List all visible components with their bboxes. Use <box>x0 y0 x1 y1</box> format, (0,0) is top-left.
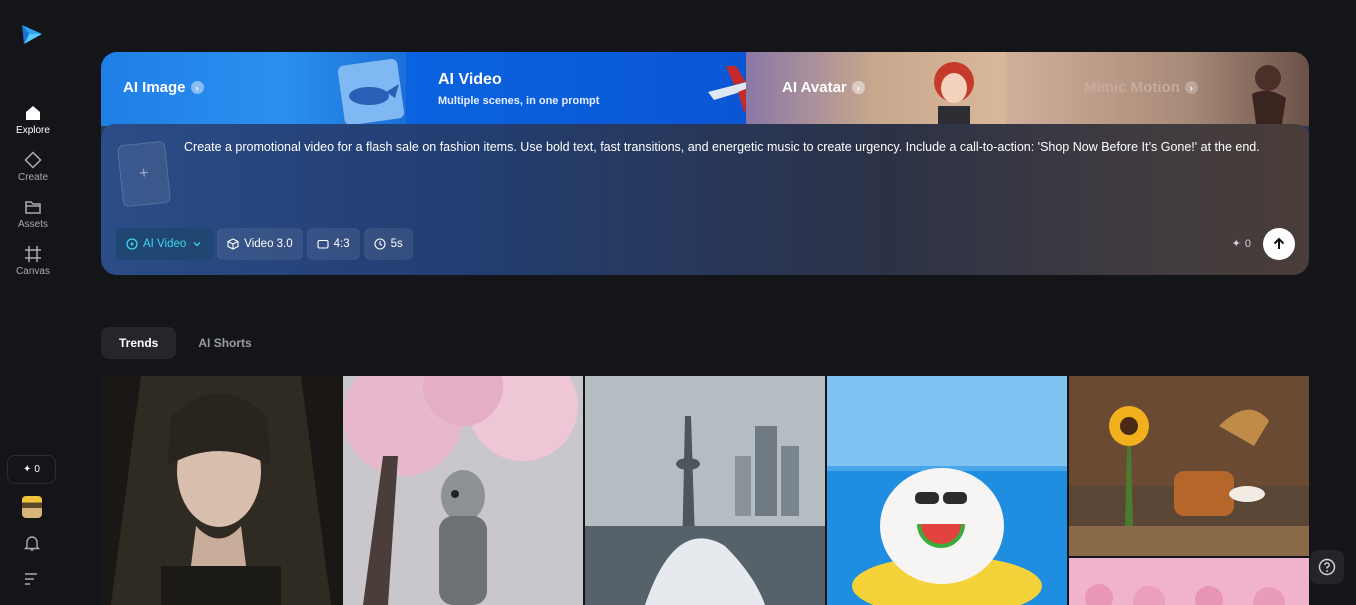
mode-select[interactable]: AI Video <box>116 228 214 260</box>
whale-card-illustration <box>337 58 405 126</box>
feed-tabs: Trends AI Shorts <box>101 327 270 359</box>
sidebar-item-explore[interactable]: Explore <box>0 104 66 136</box>
mode-tabs: AI Image › AI Video Multiple scenes, in … <box>101 52 1309 126</box>
gallery-item[interactable] <box>585 376 825 605</box>
dancer-illustration <box>1252 65 1286 124</box>
diamond-icon <box>24 151 42 169</box>
upload-image-button[interactable]: + <box>116 140 172 208</box>
sidebar-item-canvas[interactable]: Canvas <box>0 245 66 277</box>
duration-select[interactable]: 5s <box>363 228 413 260</box>
cat-pool-image <box>827 376 1067 605</box>
chevron-right-icon: › <box>851 81 865 94</box>
mode-select-label: AI Video <box>143 238 187 250</box>
model-select[interactable]: Video 3.0 <box>217 228 303 260</box>
gallery-item[interactable] <box>827 376 1067 605</box>
avatar[interactable] <box>22 496 42 518</box>
model-select-label: Video 3.0 <box>244 238 293 250</box>
home-icon <box>26 106 40 120</box>
hero-panel: AI Image › AI Video Multiple scenes, in … <box>101 52 1309 275</box>
cube-icon <box>227 238 239 250</box>
sidebar-item-label: Assets <box>17 219 48 230</box>
folder-icon <box>25 201 41 214</box>
sparkle-icon: ✦ <box>1231 238 1241 250</box>
send-button[interactable] <box>1263 228 1295 260</box>
pink-spheres-image <box>1069 558 1309 605</box>
tab-ai-avatar-title: AI Avatar › <box>782 79 865 96</box>
gallery-item[interactable] <box>1069 376 1309 556</box>
gallery-item[interactable] <box>1069 558 1309 605</box>
plus-icon: + <box>138 164 150 183</box>
prompt-area: + Create a promotional video for a flash… <box>101 124 1309 275</box>
credits-count: 0 <box>34 464 40 475</box>
tab-trends[interactable]: Trends <box>101 327 177 359</box>
tab-ai-video-title: AI Video <box>438 71 502 88</box>
sidebar-item-label: Canvas <box>16 266 50 277</box>
tsunami-city-image <box>585 376 825 605</box>
duration-label: 5s <box>390 238 403 250</box>
app-logo[interactable] <box>20 22 44 46</box>
gallery-item[interactable] <box>101 376 341 605</box>
tab-mimic-motion-title: Mimic Motion › <box>1084 79 1198 96</box>
tab-ai-avatar[interactable]: AI Avatar › <box>746 52 1006 126</box>
clock-icon <box>374 238 386 250</box>
sidebar-item-assets[interactable]: Assets <box>0 198 66 230</box>
chevron-right-icon: › <box>190 81 204 94</box>
tab-ai-image-title: AI Image › <box>123 79 204 96</box>
generation-cost: ✦ 0 <box>1231 237 1251 251</box>
tab-ai-shorts[interactable]: AI Shorts <box>180 327 269 359</box>
prompt-input[interactable]: Create a promotional video for a flash s… <box>184 137 1294 157</box>
ai-video-icon <box>126 238 138 250</box>
cost-value: 0 <box>1244 237 1251 250</box>
help-button[interactable] <box>1310 550 1344 584</box>
sidebar-item-create[interactable]: Create <box>0 151 66 183</box>
avatar-character-illustration <box>934 62 974 126</box>
aspect-ratio-select[interactable]: 4:3 <box>306 228 360 260</box>
aspect-ratio-label: 4:3 <box>333 238 350 250</box>
tab-mimic-motion[interactable]: Mimic Motion › <box>1006 52 1309 126</box>
bell-icon[interactable] <box>23 534 41 552</box>
tab-ai-video-subtitle: Multiple scenes, in one prompt <box>438 95 600 107</box>
aspect-ratio-icon <box>317 239 329 249</box>
menu-icon[interactable] <box>24 572 40 586</box>
question-icon <box>1318 558 1336 576</box>
sidebar: Explore Create Assets Canvas ✦ 0 <box>0 0 66 605</box>
robot-cherry-blossom-image <box>343 376 583 605</box>
steampunk-sunflower-image <box>1069 376 1309 556</box>
prompt-controls: AI Video Video 3.0 4:3 5s <box>116 228 413 260</box>
sidebar-item-label: Explore <box>16 125 50 136</box>
tab-ai-video[interactable]: AI Video Multiple scenes, in one prompt <box>406 52 774 126</box>
gallery <box>101 376 1309 605</box>
canvas-icon <box>25 246 41 262</box>
sidebar-item-label: Create <box>17 172 48 183</box>
veiled-portrait-image <box>101 376 341 605</box>
credits-button[interactable]: ✦ 0 <box>7 455 56 484</box>
chevron-down-icon <box>193 242 201 247</box>
tab-ai-image[interactable]: AI Image › <box>101 52 406 126</box>
sparkle-icon: ✦ <box>23 464 32 475</box>
chevron-right-icon: › <box>1184 81 1198 94</box>
arrow-up-icon <box>1273 237 1285 249</box>
gallery-item[interactable] <box>343 376 583 605</box>
